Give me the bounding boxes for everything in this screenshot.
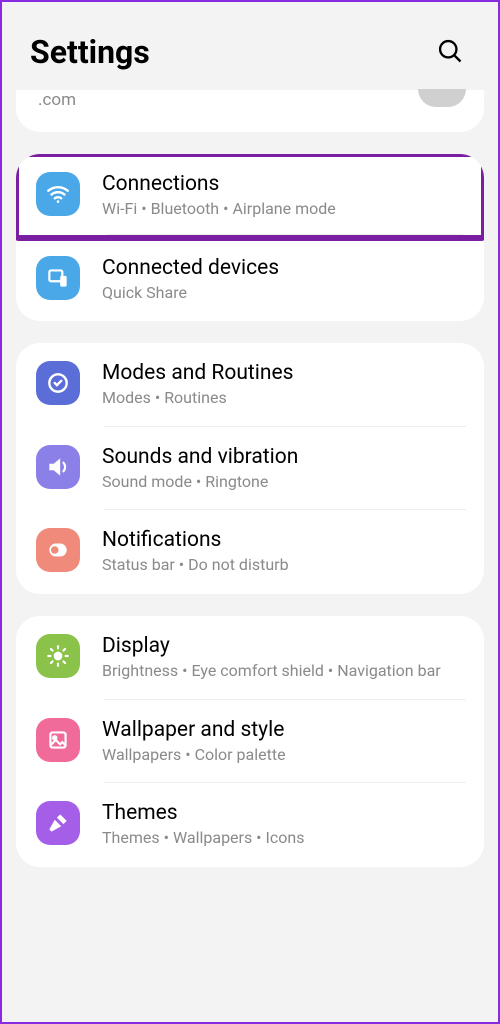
item-subtitle: Wi-Fi • Bluetooth • Airplane mode [102, 198, 464, 220]
item-subtitle: Sound mode • Ringtone [102, 471, 464, 493]
item-subtitle: Modes • Routines [102, 387, 464, 409]
avatar [418, 89, 466, 107]
search-icon [436, 37, 464, 68]
item-title: Display [102, 634, 464, 658]
settings-group: Display Brightness • Eye comfort shield … [16, 616, 484, 867]
settings-item-sounds[interactable]: Sounds and vibration Sound mode • Ringto… [16, 427, 484, 511]
item-subtitle: Status bar • Do not disturb [102, 554, 464, 576]
item-title: Wallpaper and style [102, 718, 464, 742]
header: Settings [2, 2, 498, 90]
item-title: Sounds and vibration [102, 445, 464, 469]
item-subtitle: Quick Share [102, 282, 464, 304]
settings-group: Connections Wi-Fi • Bluetooth • Airplane… [16, 154, 484, 321]
search-button[interactable] [430, 32, 470, 72]
settings-item-connections[interactable]: Connections Wi-Fi • Bluetooth • Airplane… [16, 154, 484, 241]
item-title: Connections [102, 172, 464, 196]
item-subtitle: Wallpapers • Color palette [102, 744, 464, 766]
display-icon [36, 634, 80, 678]
item-title: Connected devices [102, 256, 464, 280]
routines-icon [36, 361, 80, 405]
wifi-icon [36, 172, 80, 216]
devices-icon [36, 256, 80, 300]
account-card-partial[interactable]: .com [16, 90, 484, 132]
settings-item-connected-devices[interactable]: Connected devices Quick Share [16, 238, 484, 322]
page-title: Settings [30, 33, 150, 71]
account-email-fragment: .com [34, 90, 76, 110]
item-title: Themes [102, 801, 464, 825]
themes-icon [36, 801, 80, 845]
notifications-icon [36, 528, 80, 572]
item-title: Notifications [102, 528, 464, 552]
item-subtitle: Brightness • Eye comfort shield • Naviga… [102, 660, 464, 682]
settings-item-wallpaper[interactable]: Wallpaper and style Wallpapers • Color p… [16, 700, 484, 784]
settings-item-modes-routines[interactable]: Modes and Routines Modes • Routines [16, 343, 484, 427]
wallpaper-icon [36, 718, 80, 762]
item-title: Modes and Routines [102, 361, 464, 385]
settings-group: Modes and Routines Modes • Routines Soun… [16, 343, 484, 594]
settings-item-display[interactable]: Display Brightness • Eye comfort shield … [16, 616, 484, 700]
sound-icon [36, 445, 80, 489]
settings-item-themes[interactable]: Themes Themes • Wallpapers • Icons [16, 783, 484, 867]
item-subtitle: Themes • Wallpapers • Icons [102, 827, 464, 849]
settings-item-notifications[interactable]: Notifications Status bar • Do not distur… [16, 510, 484, 594]
